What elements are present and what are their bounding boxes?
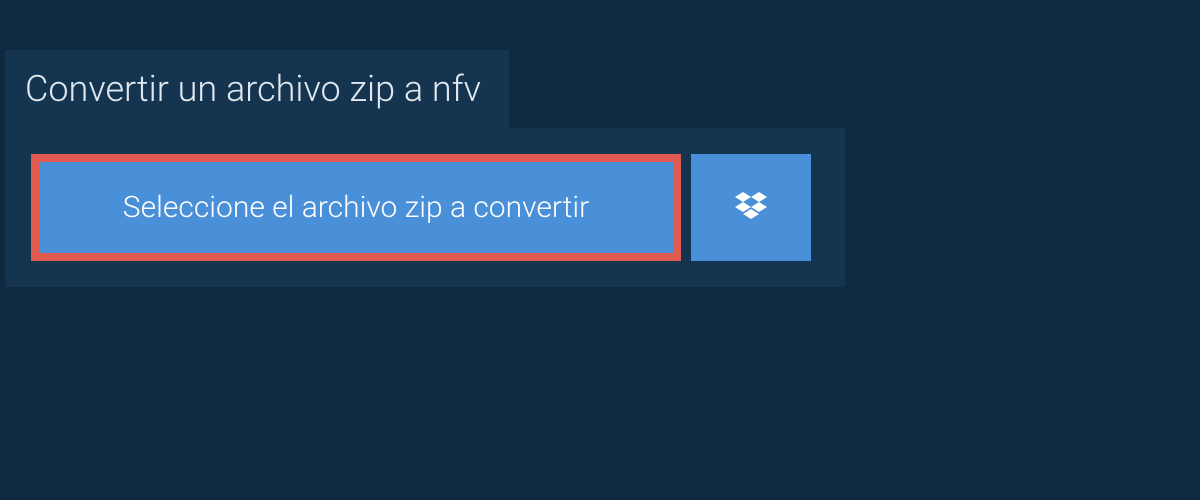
page-title: Convertir un archivo zip a nfv [25, 68, 481, 110]
dropbox-button[interactable] [691, 154, 811, 261]
upload-panel: Seleccione el archivo zip a convertir [5, 128, 845, 287]
tab-header: Convertir un archivo zip a nfv [5, 50, 509, 128]
dropbox-icon [731, 188, 771, 228]
button-row: Seleccione el archivo zip a convertir [31, 154, 819, 261]
select-file-button[interactable]: Seleccione el archivo zip a convertir [31, 154, 681, 261]
